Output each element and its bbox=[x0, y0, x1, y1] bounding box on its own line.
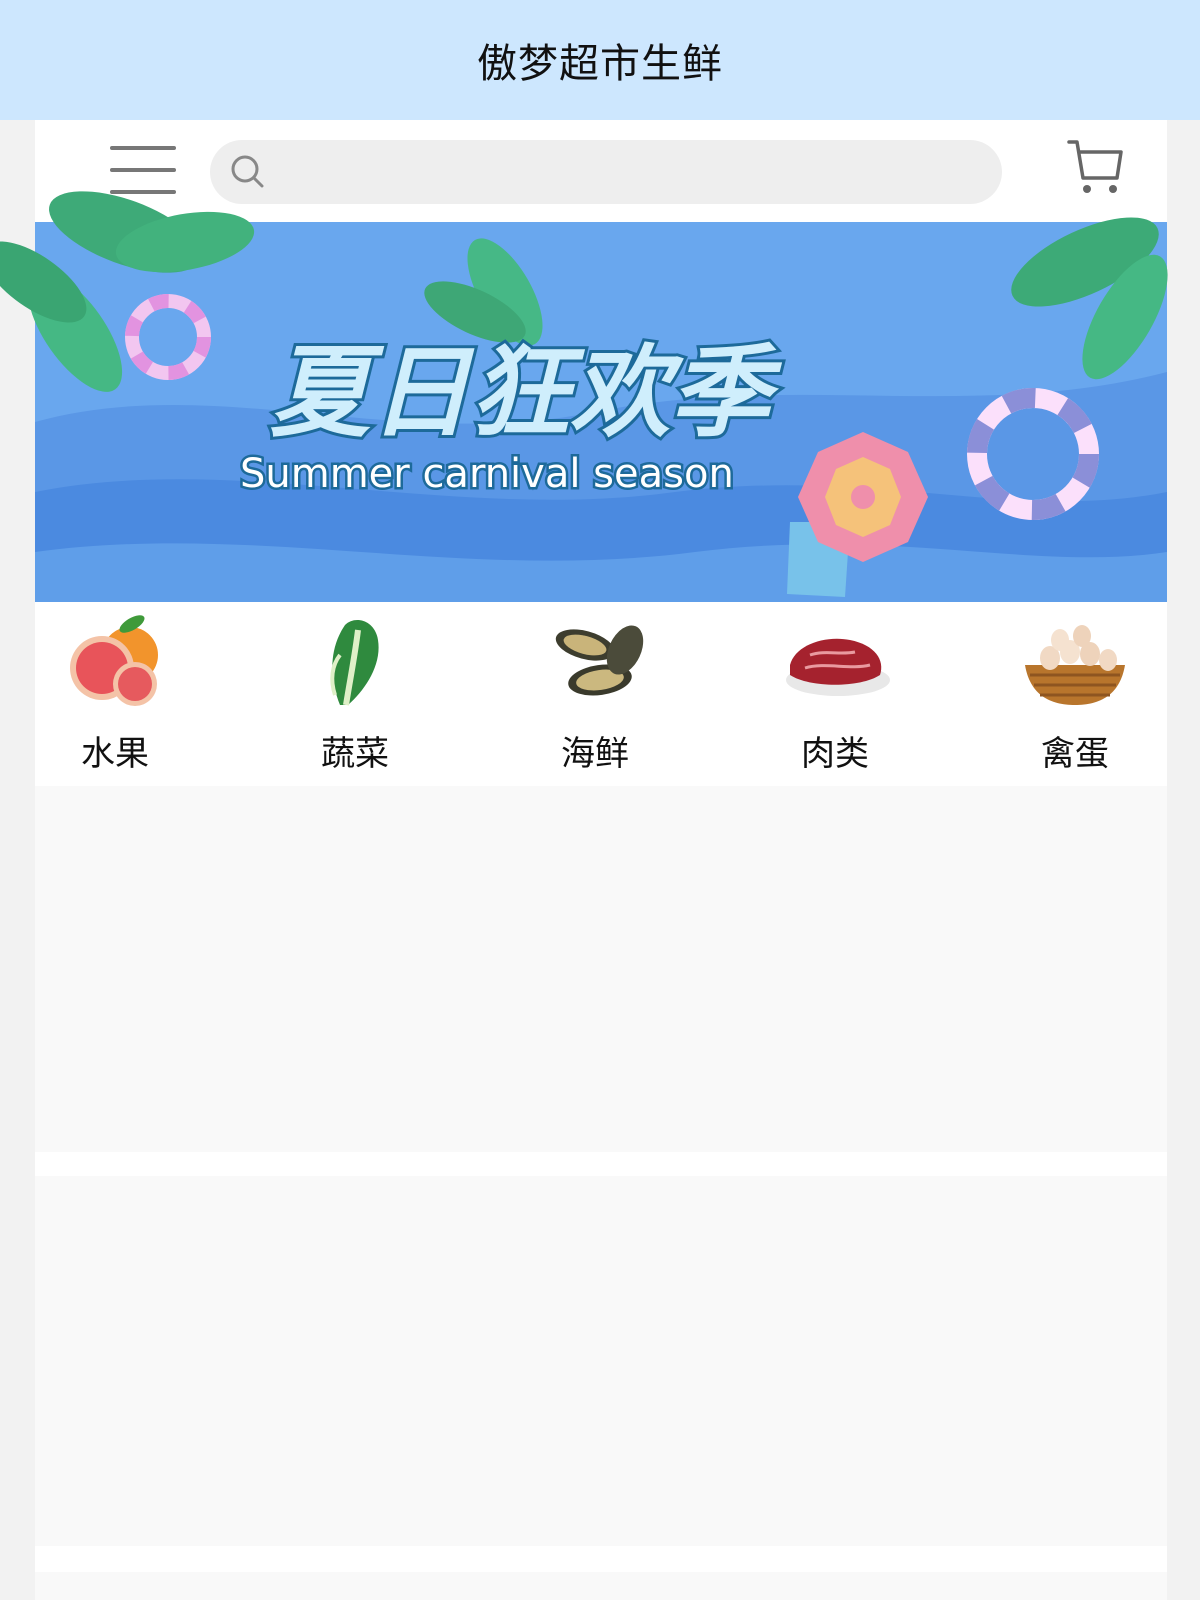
top-toolbar bbox=[35, 120, 1167, 222]
banner-title: 夏日狂欢季 bbox=[270, 334, 783, 451]
menu-button[interactable] bbox=[110, 144, 176, 196]
app-title: 傲梦超市生鲜 bbox=[477, 41, 723, 87]
category-vegetable[interactable]: 蔬菜 bbox=[275, 602, 435, 782]
search-input[interactable] bbox=[268, 140, 1002, 204]
vegetable-icon bbox=[330, 620, 379, 706]
content-placeholder-3 bbox=[35, 1572, 1167, 1600]
category-label: 水果 bbox=[81, 734, 149, 774]
category-label: 蔬菜 bbox=[321, 734, 389, 774]
category-label: 海鲜 bbox=[561, 734, 629, 774]
search-bar[interactable] bbox=[210, 140, 1002, 204]
content-placeholder-1 bbox=[35, 786, 1167, 1152]
category-label: 禽蛋 bbox=[1041, 734, 1109, 774]
category-eggs[interactable]: 禽蛋 bbox=[995, 602, 1155, 782]
app-title-bar: 傲梦超市生鲜 bbox=[0, 0, 1200, 120]
shopping-cart-icon bbox=[1067, 140, 1123, 193]
search-icon[interactable] bbox=[228, 152, 268, 192]
seafood-icon bbox=[555, 625, 644, 696]
meat-icon bbox=[786, 638, 890, 696]
eggs-icon bbox=[1025, 625, 1125, 705]
content-placeholder-2 bbox=[35, 1176, 1167, 1546]
promo-banner[interactable]: 夏日狂欢季 Summer carnival season bbox=[0, 191, 1168, 602]
banner-illustration: 夏日狂欢季 Summer carnival season bbox=[0, 191, 1168, 602]
page-content: 夏日狂欢季 Summer carnival season 水果 蔬菜 海鲜 肉类… bbox=[0, 120, 1168, 1600]
fruit-icon bbox=[70, 615, 158, 706]
banner-subtitle: Summer carnival season bbox=[240, 451, 734, 497]
category-bar: 水果 蔬菜 海鲜 肉类 禽蛋 bbox=[35, 602, 1167, 782]
category-seafood[interactable]: 海鲜 bbox=[515, 602, 675, 782]
category-meat[interactable]: 肉类 bbox=[755, 602, 915, 782]
category-label: 肉类 bbox=[801, 734, 869, 774]
category-fruit[interactable]: 水果 bbox=[35, 602, 195, 782]
cart-button[interactable] bbox=[1067, 138, 1123, 196]
